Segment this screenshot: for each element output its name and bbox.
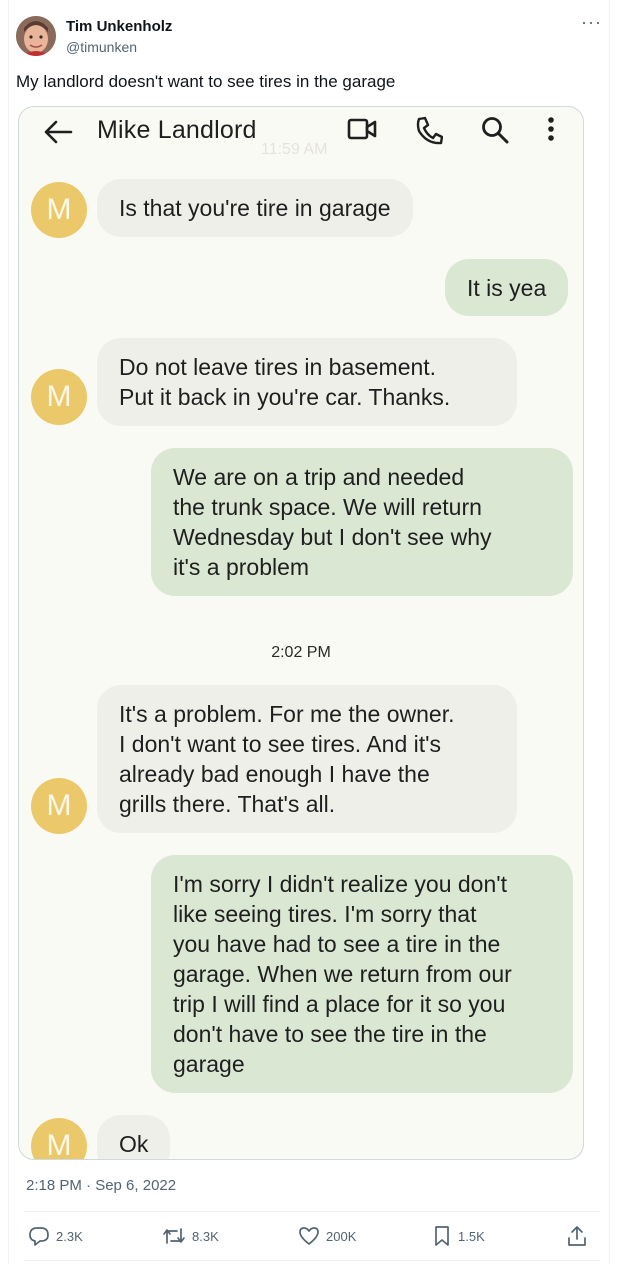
sender-avatar: M	[31, 369, 87, 425]
message-bubble-outgoing: We are on a trip and needed the trunk sp…	[151, 448, 573, 596]
message-line: you have had to see a tire in the	[173, 931, 501, 957]
message-line: Is that you're tire in garage	[119, 195, 391, 221]
author-handle[interactable]: @timunken	[66, 38, 172, 56]
message-line: garage. When we return from our	[173, 961, 512, 987]
share-icon	[568, 1226, 586, 1246]
tweet-author[interactable]: Tim Unkenholz @timunken	[16, 14, 172, 58]
phone-icon	[416, 116, 443, 145]
back-arrow-icon	[44, 120, 73, 144]
message-line: I'm sorry I didn't realize you don't	[173, 871, 508, 897]
repost-icon	[163, 1228, 185, 1244]
message-line: We are on a trip and needed	[173, 464, 465, 490]
video-call-icon	[347, 118, 377, 140]
message-line: trip I will find a place for it so you	[173, 991, 506, 1017]
tweet-text: My landlord doesn't want to see tires in…	[16, 72, 396, 91]
reply-icon	[29, 1227, 49, 1246]
message-line: It's a problem. For me the owner.	[119, 701, 455, 727]
bookmark-count: 1.5K	[458, 1228, 485, 1244]
message-line: Ok	[119, 1131, 149, 1157]
message-line: the trunk space. We will return	[173, 494, 482, 520]
message-line: Do not leave tires in basement.	[119, 354, 437, 380]
message-line: like seeing tires. I'm sorry that	[173, 901, 477, 927]
share-button[interactable]	[566, 1225, 594, 1247]
message-line: grills there. That's all.	[119, 791, 336, 817]
author-avatar[interactable]	[16, 16, 56, 56]
search-icon	[482, 117, 509, 144]
repost-count: 8.3K	[192, 1228, 219, 1244]
repost-button[interactable]: 8.3K	[162, 1225, 219, 1247]
message-line: garage	[173, 1051, 245, 1077]
message-line: don't have to see the tire in the	[173, 1021, 487, 1047]
tweet-media-image[interactable]: Mike Landlord 11:59 AM M Is that you're …	[18, 106, 584, 1160]
like-button[interactable]: 200K	[298, 1225, 356, 1247]
message-bubble-outgoing: It is yea	[445, 259, 569, 316]
more-options-button[interactable]: ···	[581, 13, 602, 31]
author-name[interactable]: Tim Unkenholz	[66, 17, 172, 36]
divider	[24, 1211, 600, 1212]
message-line: I don't want to see tires. And it's	[119, 731, 442, 757]
sender-avatar: M	[31, 778, 87, 834]
more-vert-icon	[548, 117, 554, 141]
message-line: it's a problem	[173, 554, 310, 580]
reply-count: 2.3K	[56, 1228, 83, 1244]
message-line: Put it back in you're car. Thanks.	[119, 384, 451, 410]
sender-avatar: M	[31, 1118, 87, 1159]
time-divider: 2:02 PM	[271, 644, 331, 661]
post-timestamp[interactable]: 2:18 PM · Sep 6, 2022	[26, 1177, 176, 1194]
message-bubble-outgoing: I'm sorry I didn't realize you don't lik…	[151, 855, 573, 1093]
bookmark-icon	[435, 1226, 449, 1246]
sender-avatar: M	[31, 182, 87, 238]
engagement-bar: 2.3K 8.3K 200K 1.5K	[26, 1225, 592, 1249]
reply-button[interactable]: 2.3K	[28, 1225, 83, 1247]
message-line: Wednesday but I don't see why	[173, 524, 492, 550]
message-bubble-incoming: Do not leave tires in basement. Put it b…	[97, 338, 517, 426]
like-count: 200K	[326, 1228, 357, 1244]
message-bubble-incoming: It's a problem. For me the owner. I don'…	[97, 685, 517, 833]
contact-name: Mike Landlord	[97, 116, 257, 144]
chat-toolbar: Mike Landlord 11:59 AM	[19, 107, 583, 158]
heart-icon	[299, 1227, 319, 1245]
message-line: already bad enough I have the	[119, 761, 430, 787]
faded-timestamp: 11:59 AM	[261, 141, 328, 158]
message-bubble-incoming: Ok	[97, 1115, 171, 1159]
divider	[24, 1260, 600, 1261]
bookmark-button[interactable]: 1.5K	[432, 1225, 485, 1247]
message-line: It is yea	[467, 275, 547, 301]
message-bubble-incoming: Is that you're tire in garage	[97, 179, 413, 237]
